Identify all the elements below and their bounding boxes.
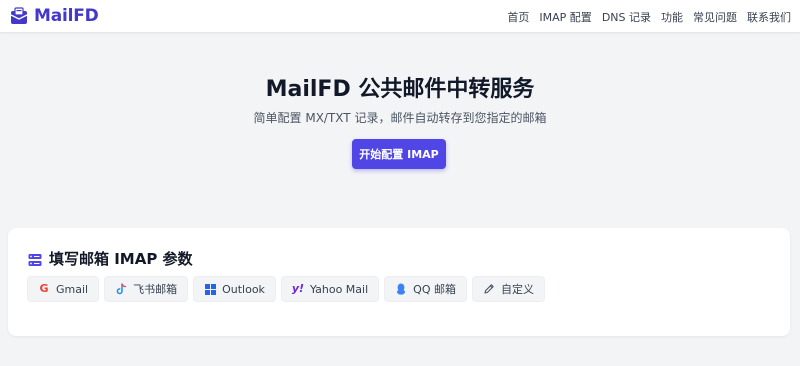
preset-feishu-button[interactable]: 飞书邮箱: [104, 276, 189, 302]
nav-link-imap-config[interactable]: IMAP 配置: [539, 9, 591, 25]
preset-label: QQ 邮箱: [413, 283, 456, 296]
navbar: MailFD 首页 IMAP 配置 DNS 记录 功能 常见问题 联系我们: [0, 0, 800, 33]
nav-link-home[interactable]: 首页: [507, 9, 529, 25]
windows-icon: [204, 283, 216, 295]
start-imap-config-button[interactable]: 开始配置 IMAP: [352, 139, 446, 169]
top-nav: 首页 IMAP 配置 DNS 记录 功能 常见问题 联系我们: [497, 9, 791, 25]
imap-settings-card: 填写邮箱 IMAP 参数 G Gmail 飞书邮箱 Outlook y! Yah…: [8, 228, 790, 336]
preset-label: Yahoo Mail: [309, 282, 369, 296]
preset-label: 飞书邮箱: [133, 283, 178, 296]
preset-custom-button[interactable]: 自定义: [471, 276, 545, 302]
provider-presets: G Gmail 飞书邮箱 Outlook y! Yahoo Mail QQ 邮箱…: [27, 276, 550, 302]
preset-yahoo-button[interactable]: y! Yahoo Mail: [280, 276, 380, 302]
brand-name: MailFD: [34, 6, 99, 26]
google-icon: G: [39, 282, 49, 295]
hero-subtitle: 简单配置 MX/TXT 记录，邮件自动转存到您指定的邮箱: [253, 111, 547, 125]
preset-label: 自定义: [500, 283, 534, 296]
preset-gmail-button[interactable]: G Gmail: [27, 276, 100, 302]
brand-logo-link[interactable]: MailFD: [10, 6, 99, 26]
card-title: 填写邮箱 IMAP 参数: [49, 250, 193, 268]
nav-link-faq[interactable]: 常见问题: [693, 9, 737, 25]
nav-link-contact[interactable]: 联系我们: [747, 9, 791, 25]
card-header: 填写邮箱 IMAP 参数: [28, 248, 193, 269]
preset-qq-button[interactable]: QQ 邮箱: [384, 276, 467, 302]
yahoo-icon: y!: [291, 282, 305, 295]
preset-label: Gmail: [56, 282, 89, 296]
preset-outlook-button[interactable]: Outlook: [193, 276, 276, 302]
feishu-icon: [115, 283, 127, 295]
hero-title: MailFD 公共邮件中转服务: [265, 77, 535, 102]
preset-label: Outlook: [222, 282, 265, 296]
nav-link-dns-records[interactable]: DNS 记录: [602, 9, 651, 25]
qq-icon: [395, 283, 407, 295]
nav-link-features[interactable]: 功能: [661, 9, 683, 25]
pencil-icon: [483, 283, 495, 295]
mail-box-icon: [10, 7, 28, 25]
server-icon: [28, 252, 42, 266]
